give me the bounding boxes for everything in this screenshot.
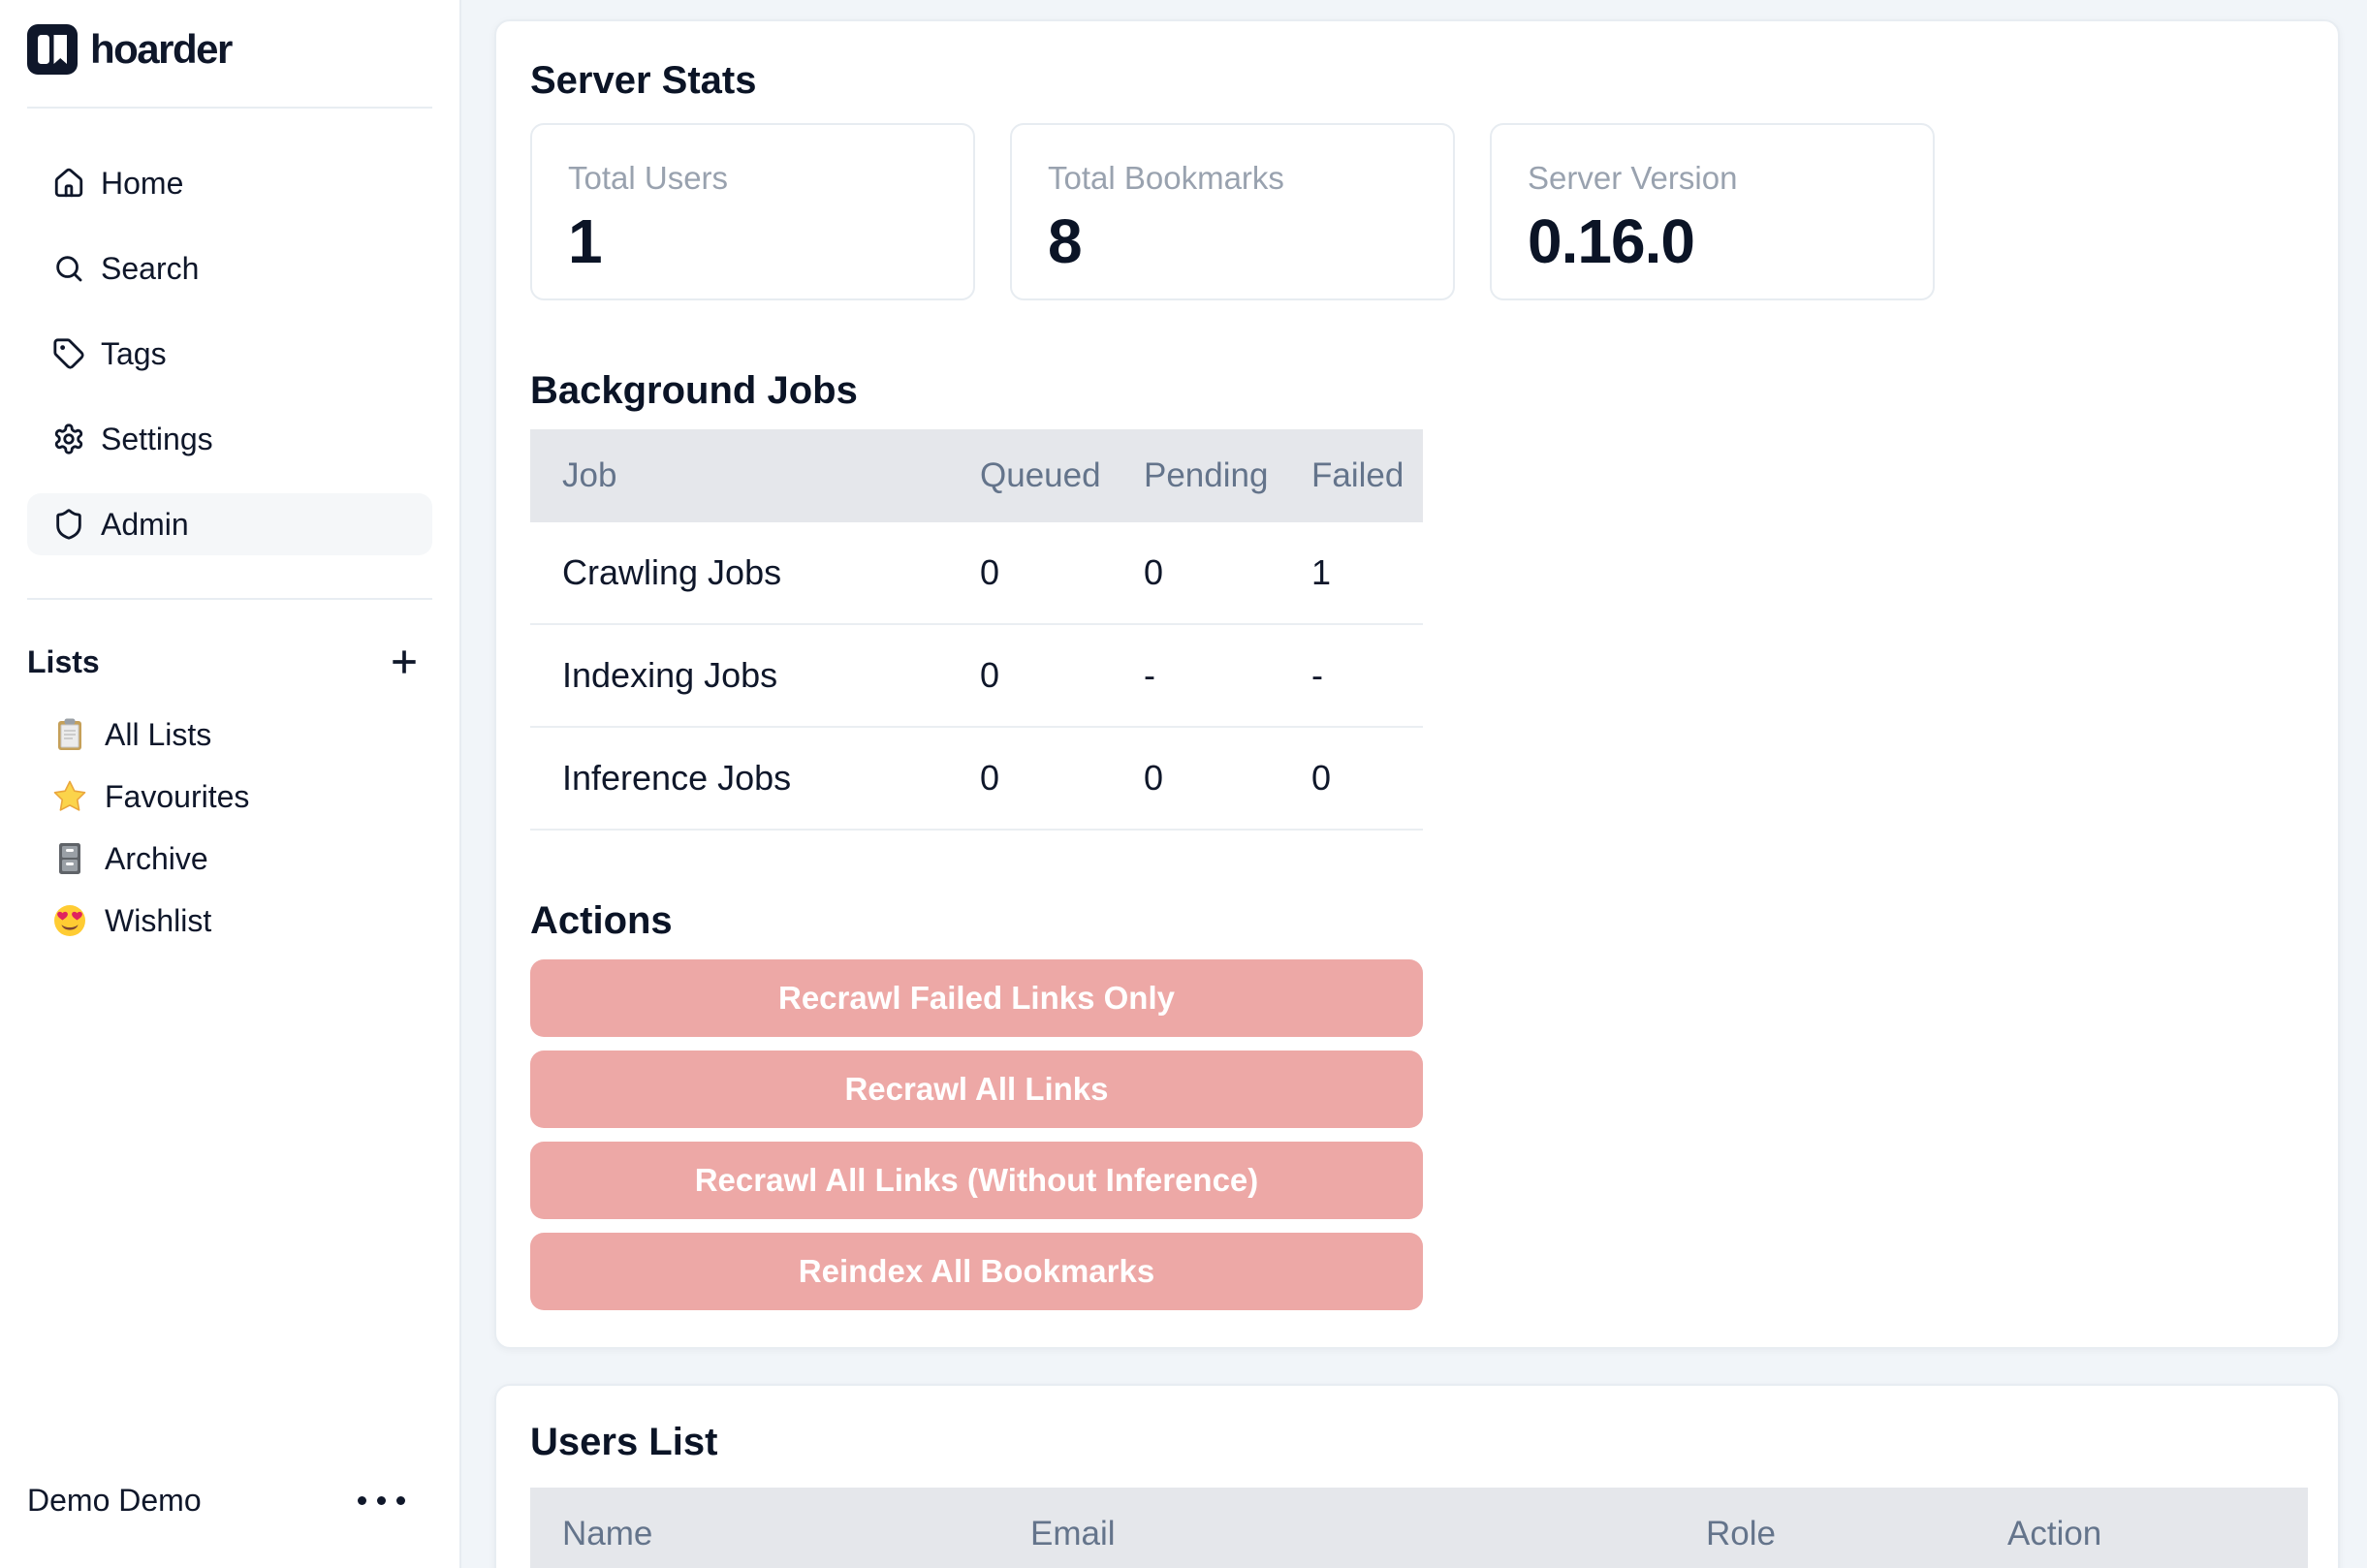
list-item-label: All Lists <box>105 717 211 753</box>
sidebar-item-search[interactable]: Search <box>27 237 432 299</box>
sidebar-item-label: Settings <box>101 422 213 457</box>
stat-value: 1 <box>568 205 944 277</box>
table-row: Inference Jobs 0 0 0 <box>530 728 1423 831</box>
list-item-favourites[interactable]: Favourites <box>27 773 432 820</box>
gear-icon <box>52 423 85 455</box>
column-header-failed: Failed <box>1311 456 1423 495</box>
sidebar-item-label: Tags <box>101 336 167 372</box>
sidebar-divider <box>27 598 432 600</box>
sidebar-item-admin[interactable]: Admin <box>27 493 432 555</box>
column-header-role: Role <box>1706 1515 2007 1553</box>
heart-eyes-emoji-icon <box>52 903 87 938</box>
ellipsis-icon <box>396 1496 405 1505</box>
background-jobs-table: Job Queued Pending Failed Crawling Jobs … <box>530 429 1423 831</box>
cell-failed: 0 <box>1311 758 1423 799</box>
cell-queued: 0 <box>980 655 1144 696</box>
list-item-all-lists[interactable]: All Lists <box>27 711 432 758</box>
cell-failed: - <box>1311 655 1423 696</box>
table-header-row: Job Queued Pending Failed <box>530 429 1423 522</box>
stat-card-total-users: Total Users 1 <box>530 123 975 300</box>
sidebar-item-home[interactable]: Home <box>27 152 432 214</box>
app-logo[interactable]: hoarder <box>27 23 432 76</box>
reindex-all-bookmarks-button[interactable]: Reindex All Bookmarks <box>530 1233 1423 1310</box>
sidebar-spacer <box>27 944 432 1477</box>
cell-pending: - <box>1144 655 1311 696</box>
sidebar-item-label: Admin <box>101 507 189 543</box>
cell-job: Inference Jobs <box>530 758 980 799</box>
sidebar-item-settings[interactable]: Settings <box>27 408 432 470</box>
shield-icon <box>52 508 85 541</box>
server-stats-heading: Server Stats <box>530 58 2304 103</box>
stat-label: Total Users <box>568 160 944 197</box>
users-list-heading: Users List <box>530 1420 2304 1464</box>
search-icon <box>52 252 85 285</box>
stat-value: 8 <box>1048 205 1424 277</box>
user-menu-button[interactable] <box>352 1490 411 1511</box>
tag-icon <box>52 337 85 370</box>
admin-panel-card: Server Stats Total Users 1 Total Bookmar… <box>494 19 2340 1349</box>
star-emoji-icon <box>52 779 87 814</box>
sidebar: hoarder Home Search <box>0 0 461 1568</box>
stat-card-server-version: Server Version 0.16.0 <box>1490 123 1935 300</box>
stat-label: Total Bookmarks <box>1048 160 1424 197</box>
ellipsis-icon <box>377 1496 386 1505</box>
current-user-name: Demo Demo <box>27 1483 202 1519</box>
lists-items: All Lists Favourites Archive <box>27 711 432 944</box>
sidebar-item-tags[interactable]: Tags <box>27 323 432 385</box>
sidebar-item-label: Home <box>101 166 183 202</box>
recrawl-without-inference-button[interactable]: Recrawl All Links (Without Inference) <box>530 1142 1423 1219</box>
cell-queued: 0 <box>980 758 1144 799</box>
background-jobs-heading: Background Jobs <box>530 368 2304 413</box>
lists-header: Lists <box>27 641 432 683</box>
list-item-wishlist[interactable]: Wishlist <box>27 897 432 944</box>
column-header-queued: Queued <box>980 456 1144 495</box>
file-cabinet-emoji-icon <box>52 841 87 876</box>
cell-failed: 1 <box>1311 552 1423 593</box>
list-item-label: Favourites <box>105 779 249 815</box>
recrawl-all-links-button[interactable]: Recrawl All Links <box>530 1051 1423 1128</box>
main-content: Server Stats Total Users 1 Total Bookmar… <box>461 0 2367 1568</box>
sidebar-footer: Demo Demo <box>27 1477 432 1523</box>
cell-queued: 0 <box>980 552 1144 593</box>
stat-label: Server Version <box>1528 160 1904 197</box>
actions-list: Recrawl Failed Links Only Recrawl All Li… <box>530 959 1423 1310</box>
list-item-archive[interactable]: Archive <box>27 835 432 882</box>
table-header-row: Name Email Role Action <box>530 1488 2308 1568</box>
column-header-action: Action <box>2007 1515 2308 1553</box>
cell-job: Crawling Jobs <box>530 552 980 593</box>
cell-pending: 0 <box>1144 758 1311 799</box>
lists-title: Lists <box>27 644 100 680</box>
column-header-email: Email <box>1030 1515 1706 1553</box>
plus-icon <box>385 643 424 681</box>
ellipsis-icon <box>358 1496 366 1505</box>
cell-pending: 0 <box>1144 552 1311 593</box>
server-stats-row: Total Users 1 Total Bookmarks 8 Server V… <box>530 123 2304 300</box>
stat-value: 0.16.0 <box>1528 205 1904 277</box>
sidebar-divider <box>27 107 432 109</box>
hoarder-logo-icon <box>27 24 78 75</box>
house-icon <box>52 167 85 200</box>
column-header-name: Name <box>530 1515 1030 1553</box>
sidebar-nav: Home Search Tags <box>27 152 432 555</box>
list-item-label: Archive <box>105 841 208 877</box>
users-table: Name Email Role Action <box>530 1488 2308 1568</box>
sidebar-item-label: Search <box>101 251 199 287</box>
cell-job: Indexing Jobs <box>530 655 980 696</box>
actions-heading: Actions <box>530 898 2304 943</box>
table-row: Crawling Jobs 0 0 1 <box>530 522 1423 625</box>
recrawl-failed-links-button[interactable]: Recrawl Failed Links Only <box>530 959 1423 1037</box>
column-header-job: Job <box>530 456 980 495</box>
column-header-pending: Pending <box>1144 456 1311 495</box>
stat-card-total-bookmarks: Total Bookmarks 8 <box>1010 123 1455 300</box>
add-list-button[interactable] <box>384 642 425 682</box>
app-title: hoarder <box>90 26 232 73</box>
clipboard-emoji-icon <box>52 717 87 752</box>
users-list-card: Users List Name Email Role Action <box>494 1384 2340 1568</box>
table-row: Indexing Jobs 0 - - <box>530 625 1423 728</box>
list-item-label: Wishlist <box>105 903 211 939</box>
